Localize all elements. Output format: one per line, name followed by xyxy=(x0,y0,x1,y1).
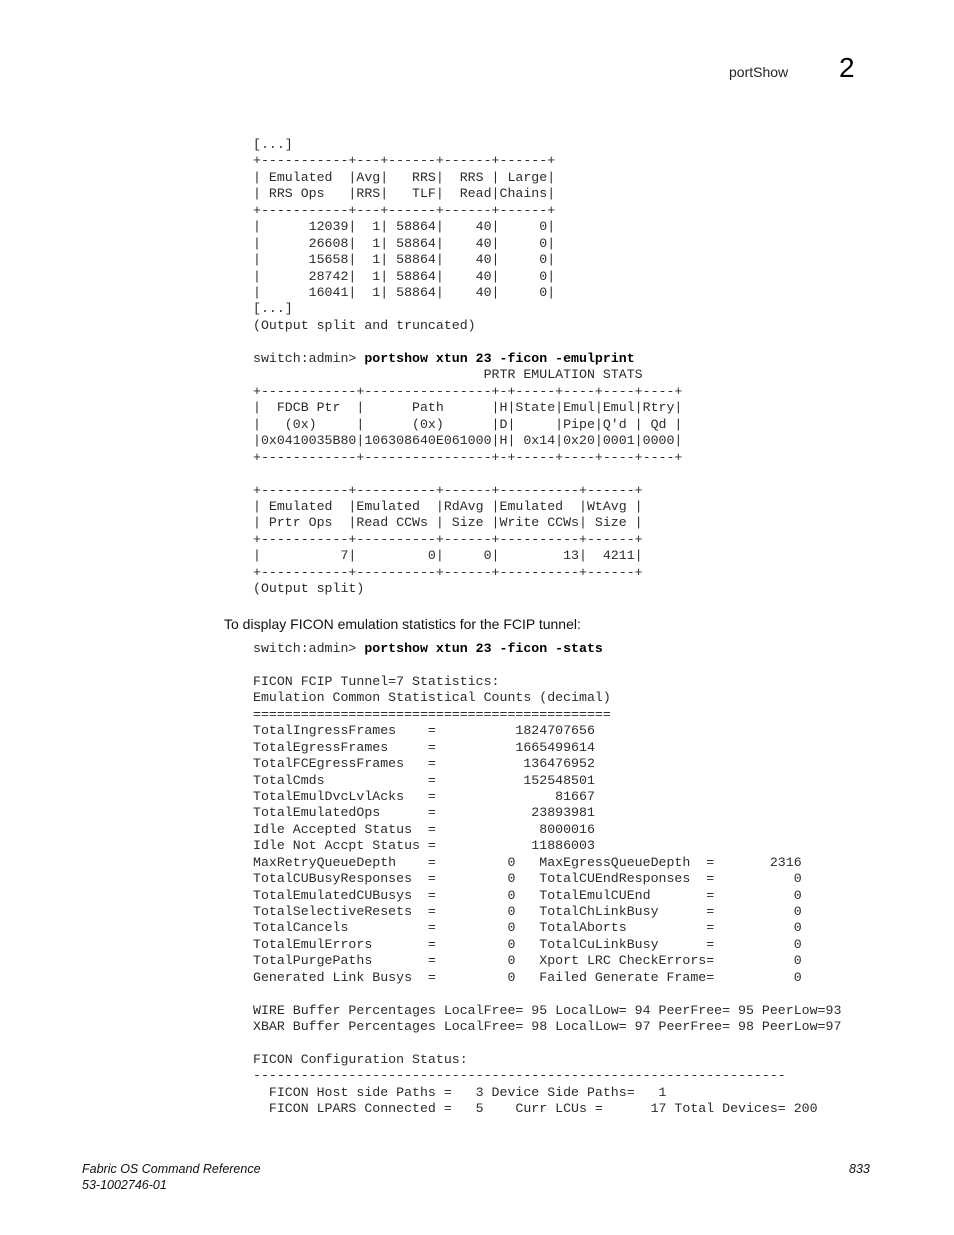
code-line: (Output split and truncated) xyxy=(253,317,476,333)
code-line: MaxRetryQueueDepth = 0 MaxEgressQueueDep… xyxy=(253,854,802,870)
code-line: +------------+----------------+-+-----+-… xyxy=(253,383,683,399)
code-line: +-----------+---+------+------+------+ xyxy=(253,153,556,169)
command-line: switch:admin> portshow xtun 23 -ficon -e… xyxy=(253,351,682,367)
code-block-ficon-stats: switch:admin> portshow xtun 23 -ficon -s… xyxy=(253,641,841,1118)
code-line: +-----------+----------+------+---------… xyxy=(253,564,643,580)
code-line: +------------+----------------+-+-----+-… xyxy=(253,449,683,465)
page-number: 833 xyxy=(849,1162,870,1176)
code-line: | RRS Ops |RRS| TLF| Read|Chains| xyxy=(253,186,556,202)
code-block-emulprint: switch:admin> portshow xtun 23 -ficon -e… xyxy=(253,351,682,598)
code-line: Emulation Common Statistical Counts (dec… xyxy=(253,690,611,706)
code-line: TotalSelectiveResets = 0 TotalChLinkBusy… xyxy=(253,904,802,919)
code-line: |0x0410035B80|106308640E061000|H| 0x14|0… xyxy=(253,433,683,449)
code-line: XBAR Buffer Percentages LocalFree= 98 Lo… xyxy=(253,1019,842,1035)
running-header-title: portShow xyxy=(729,64,789,80)
code-line: +-----------+----------+------+---------… xyxy=(253,482,643,498)
code-line: TotalPurgePaths = 0 Xport LRC CheckError… xyxy=(253,953,802,969)
code-line: | (0x) | (0x) |D| |Pipe|Q'd | Qd | xyxy=(253,416,683,432)
code-line: TotalIngressFrames = 1824707656 xyxy=(253,723,595,739)
code-line: FICON Host side Paths = 3 Device Side Pa… xyxy=(253,1084,667,1100)
code-line: | FDCB Ptr | Path |H|State|Emul|Emul|Rtr… xyxy=(253,400,683,416)
body-paragraph: To display FICON emulation statistics fo… xyxy=(224,616,581,632)
footer-doc-number: 53-1002746-01 xyxy=(82,1178,167,1192)
chapter-number: 2 xyxy=(839,52,855,83)
shell-prompt: switch:admin> xyxy=(253,351,365,366)
code-line: TotalEmulatedCUBusys = 0 TotalEmulCUEnd … xyxy=(253,887,802,903)
code-line: [...] xyxy=(253,301,293,317)
footer-doc-title: Fabric OS Command Reference xyxy=(82,1162,261,1176)
code-line: | 15658| 1| 58864| 40| 0| xyxy=(253,252,556,268)
code-line: TotalEgressFrames = 1665499614 xyxy=(253,739,595,755)
code-line: | Prtr Ops |Read CCWs | Size |Write CCWs… xyxy=(253,515,643,531)
code-line: PRTR EMULATION STATS xyxy=(253,367,643,383)
code-line: Generated Link Busys = 0 Failed Generate… xyxy=(253,969,802,985)
code-line: TotalCancels = 0 TotalAborts = 0 xyxy=(253,920,802,936)
code-line: TotalEmulErrors = 0 TotalCuLinkBusy = 0 xyxy=(253,936,802,952)
code-block-rrs-output: [...] +-----------+---+------+------+----… xyxy=(253,137,555,334)
code-line: | Emulated |Avg| RRS| RRS | Large| xyxy=(253,169,556,185)
code-line: | 12039| 1| 58864| 40| 0| xyxy=(253,219,556,235)
code-line: FICON LPARS Connected = 5 Curr LCUs = 17… xyxy=(253,1101,818,1117)
code-line: | 26608| 1| 58864| 40| 0| xyxy=(253,235,556,251)
code-line: TotalEmulDvcLvlAcks = 81667 xyxy=(253,788,595,804)
code-line: Idle Not Accpt Status = 11886003 xyxy=(253,838,595,854)
command-text: portshow xtun 23 -ficon -emulprint xyxy=(364,351,635,366)
code-line: FICON Configuration Status: xyxy=(253,1051,468,1067)
code-line: | Emulated |Emulated |RdAvg |Emulated |W… xyxy=(253,498,643,514)
code-line: +-----------+---+------+------+------+ xyxy=(253,202,556,218)
code-line: | 7| 0| 0| 13| 4211| xyxy=(253,548,643,564)
code-line: TotalCmds = 152548501 xyxy=(253,772,595,788)
code-line: ----------------------------------------… xyxy=(253,1068,786,1084)
code-line: TotalCUBusyResponses = 0 TotalCUEndRespo… xyxy=(253,871,802,887)
code-line: TotalFCEgressFrames = 136476952 xyxy=(253,756,595,772)
code-line: ========================================… xyxy=(253,706,611,722)
command-text: portshow xtun 23 -ficon -stats xyxy=(364,641,603,656)
code-line: | 28742| 1| 58864| 40| 0| xyxy=(253,268,556,284)
code-line: | 16041| 1| 58864| 40| 0| xyxy=(253,284,556,300)
code-line: FICON FCIP Tunnel=7 Statistics: xyxy=(253,673,500,689)
command-line: switch:admin> portshow xtun 23 -ficon -s… xyxy=(253,641,841,657)
code-line: TotalEmulatedOps = 23893981 xyxy=(253,805,595,821)
shell-prompt: switch:admin> xyxy=(253,641,365,656)
code-line: WIRE Buffer Percentages LocalFree= 95 Lo… xyxy=(253,1002,842,1018)
code-line: [...] xyxy=(253,137,293,152)
code-line: Idle Accepted Status = 8000016 xyxy=(253,821,595,837)
code-line: (Output split) xyxy=(253,581,365,597)
code-line: +-----------+----------+------+---------… xyxy=(253,531,643,547)
